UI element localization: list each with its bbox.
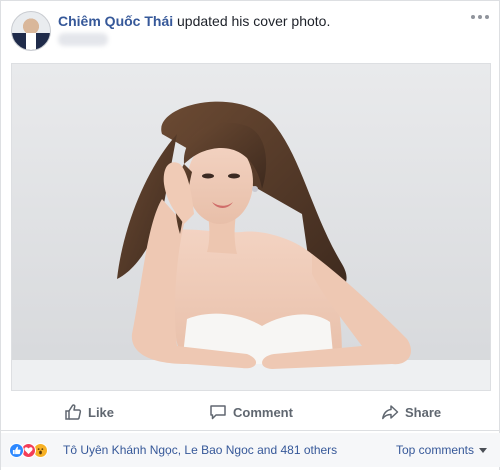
top-comments-label: Top comments [395,443,474,457]
like-button[interactable]: Like [64,399,114,425]
share-arrow-icon [382,405,399,420]
comment-label: Comment [233,404,293,420]
avatar-shirt [26,33,36,50]
author-avatar[interactable] [11,11,51,51]
share-button[interactable]: Share [381,399,441,425]
top-comments-dropdown[interactable]: Top comments [396,443,487,457]
cover-photo-image [12,64,490,390]
caret-down-icon [479,447,487,453]
blurred-timestamp [58,33,108,46]
feed-post: Chiêm Quốc Thái updated his cover photo. [0,0,500,470]
reactions-summary-bar: Tô Uyên Khánh Ngọc, Le Bao Ngoc and 481 … [1,433,500,467]
thumbs-up-icon [65,404,82,420]
comment-icon [210,405,226,420]
post-action-bar: Like Comment Share [1,393,500,431]
author-name-link[interactable]: Chiêm Quốc Thái [58,13,173,29]
cover-photo[interactable] [11,63,491,391]
post-action-text: updated his cover photo. [173,13,331,29]
post-title-line: Chiêm Quốc Thái updated his cover photo. [58,13,330,29]
like-reaction-icon [9,443,24,458]
reactors-summary-link[interactable]: Tô Uyên Khánh Ngọc, Le Bao Ngoc and 481 … [63,443,337,457]
ellipsis-icon[interactable] [471,11,489,23]
reaction-icons[interactable] [9,443,48,459]
like-label: Like [88,404,115,420]
share-label: Share [405,404,442,420]
post-header: Chiêm Quốc Thái updated his cover photo. [1,1,500,61]
comment-button[interactable]: Comment [209,399,293,425]
